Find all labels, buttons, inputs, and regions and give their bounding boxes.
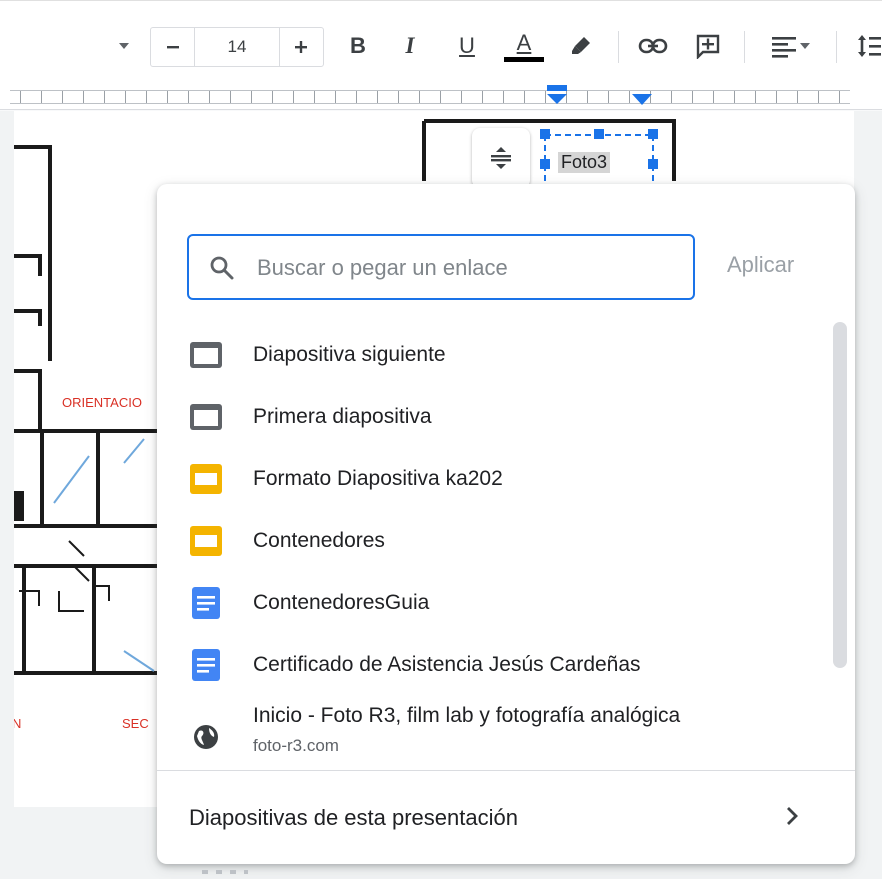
decrease-font-size-button[interactable]	[151, 28, 194, 66]
slide-icon	[187, 398, 225, 436]
slides-file-icon	[187, 460, 225, 498]
list-item[interactable]: ContenedoresGuia	[157, 572, 827, 634]
bold-button[interactable]: B	[343, 29, 373, 63]
underline-button[interactable]: U	[450, 29, 484, 63]
italic-button[interactable]: I	[395, 29, 425, 63]
scrollbar[interactable]	[833, 322, 847, 668]
align-dropdown-button[interactable]	[760, 29, 822, 63]
formatting-toolbar: 14 B I U A	[0, 0, 882, 84]
vertical-align-icon	[491, 147, 511, 169]
toolbar-divider	[836, 31, 837, 63]
add-comment-icon	[696, 34, 720, 59]
plan-label-sec: SEC	[122, 716, 149, 731]
link-search-box	[187, 234, 695, 300]
list-item[interactable]: Contenedores	[157, 510, 827, 572]
link-search-input[interactable]	[257, 250, 677, 286]
text-box-content[interactable]: Foto3	[558, 152, 611, 173]
text-color-label: A	[516, 29, 532, 55]
font-size-stepper: 14	[150, 27, 324, 67]
right-indent-marker[interactable]	[630, 92, 654, 108]
add-comment-button[interactable]	[690, 29, 726, 63]
chevron-down-icon	[800, 43, 810, 49]
minus-icon	[166, 46, 179, 49]
list-item-label: Contenedores	[253, 529, 385, 552]
slides-in-presentation-row[interactable]: Diapositivas de esta presentación	[157, 771, 855, 864]
align-left-icon	[772, 37, 796, 58]
insert-link-popup: Aplicar Diapositiva siguiente Primera di…	[157, 184, 855, 864]
list-item-label: ContenedoresGuia	[253, 591, 430, 614]
line-spacing-icon	[858, 35, 881, 57]
line-spacing-button[interactable]	[854, 29, 882, 63]
highlight-color-button[interactable]	[563, 29, 599, 63]
highlighter-icon	[572, 37, 590, 54]
list-item[interactable]: Inicio - Foto R3, film lab y fotografía …	[157, 696, 827, 770]
list-item-label: Formato Diapositiva ka202	[253, 467, 503, 490]
font-dropdown-caret[interactable]	[112, 29, 136, 63]
slides-file-icon	[187, 522, 225, 560]
text-color-swatch	[504, 56, 544, 62]
list-item-label: Certificado de Asistencia Jesús Cardeñas	[253, 653, 641, 676]
text-color-button[interactable]: A	[502, 29, 546, 63]
font-size-input[interactable]: 14	[194, 28, 280, 66]
chevron-right-icon	[787, 807, 798, 825]
slide-icon	[187, 336, 225, 374]
docs-file-icon	[187, 646, 225, 684]
plan-label-orientation: ORIENTACIO	[62, 395, 142, 410]
toolbar-divider	[618, 31, 619, 63]
list-item[interactable]: Certificado de Asistencia Jesús Cardeñas	[157, 634, 827, 696]
plus-icon	[295, 41, 308, 53]
first-line-indent-marker[interactable]	[545, 85, 569, 107]
list-item[interactable]: Primera diapositiva	[157, 386, 827, 448]
list-item[interactable]: Formato Diapositiva ka202	[157, 448, 827, 510]
increase-font-size-button[interactable]	[280, 28, 323, 66]
apply-button[interactable]: Aplicar	[727, 252, 794, 278]
horizontal-ruler	[0, 84, 882, 110]
docs-file-icon	[187, 584, 225, 622]
list-item-label: Diapositiva siguiente	[253, 343, 446, 366]
search-icon	[210, 256, 234, 280]
list-item-url: foto-r3.com	[253, 736, 339, 755]
list-item-label: Primera diapositiva	[253, 405, 432, 428]
plan-label-n: N	[14, 716, 22, 731]
link-icon	[638, 38, 668, 54]
slides-in-presentation-label: Diapositivas de esta presentación	[189, 804, 518, 830]
link-suggestion-list: Diapositiva siguiente Primera diapositiv…	[157, 324, 847, 770]
list-item-label: Inicio - Foto R3, film lab y fotografía …	[253, 704, 681, 727]
ruler-ticks	[10, 90, 850, 104]
resize-handle[interactable]	[202, 870, 248, 874]
app-window: 14 B I U A ORIENTACIO N SEC Foto3 Buscar…	[0, 0, 882, 879]
globe-icon	[187, 718, 225, 756]
list-item[interactable]: Diapositiva siguiente	[157, 324, 827, 386]
insert-link-button[interactable]	[633, 29, 673, 63]
vertical-align-chip[interactable]	[472, 128, 530, 188]
chevron-down-icon	[119, 43, 129, 49]
toolbar-divider	[744, 31, 745, 63]
